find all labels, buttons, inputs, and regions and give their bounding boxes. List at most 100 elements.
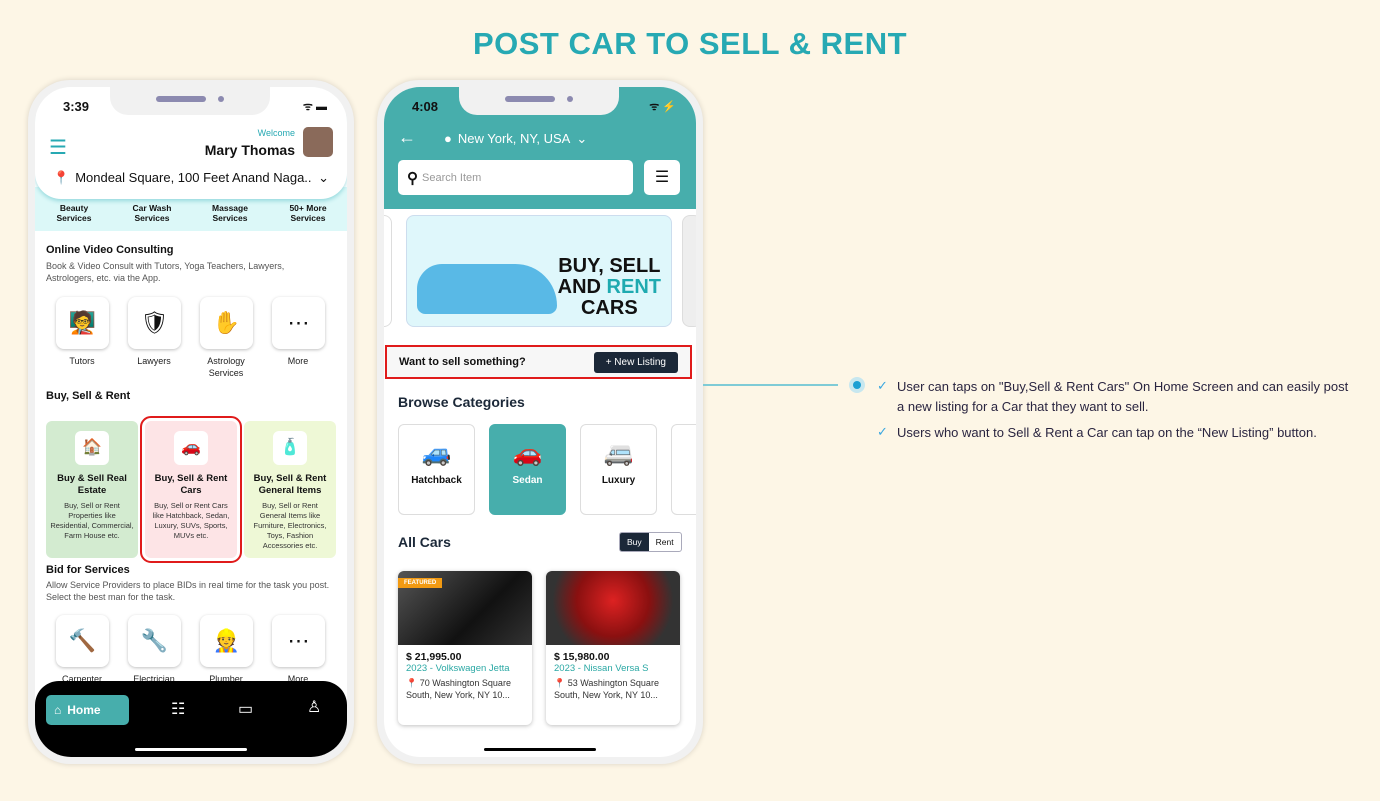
profile-icon[interactable]: ♙	[307, 697, 321, 717]
category-luxury[interactable]: 🚐 Luxury	[580, 424, 657, 515]
location-selector[interactable]: 📍 Mondeal Square, 100 Feet Anand Naga...…	[53, 170, 329, 186]
search-input[interactable]: ⚲ Search Item	[398, 160, 633, 195]
section-heading: Bid for Services	[46, 564, 130, 576]
page-title: POST CAR TO SELL & RENT	[472, 26, 908, 61]
check-circle-icon: ✓	[877, 424, 888, 439]
section-heading: Buy, Sell & Rent	[46, 390, 131, 402]
section-desc: Allow Service Providers to place BIDs in…	[46, 580, 330, 602]
sell-prompt-text: Want to sell something?	[399, 356, 526, 368]
status-icons: ᯤ ⚡	[649, 101, 676, 113]
welcome-label: Welcome	[257, 128, 295, 138]
note-text: Users who want to Sell & Rent a Car can …	[897, 425, 1317, 440]
card-title: Buy, Sell & Rent Cars	[154, 473, 228, 496]
sedan-icon: 🚗	[512, 440, 543, 467]
home-indicator	[135, 748, 247, 751]
search-icon: ⚲	[407, 169, 418, 187]
astrology-icon[interactable]: ✋	[200, 297, 253, 349]
service-item[interactable]: Massage Services	[200, 203, 260, 223]
car-address: 📍 70 Washington Square South, New York, …	[406, 678, 511, 700]
buy-rent-toggle: Buy Rent	[619, 532, 682, 552]
more-icon[interactable]: ⋯	[272, 297, 325, 349]
bottom-nav: ⌂ Home ☷ ▭ ♙	[35, 681, 347, 757]
items-icon: 🧴	[273, 431, 307, 465]
banner-next[interactable]	[682, 215, 696, 327]
menu-icon[interactable]: ☰	[49, 135, 67, 160]
home-icon: ⌂	[54, 703, 62, 717]
sell-prompt-bar: Want to sell something? + New Listing	[385, 345, 692, 379]
house-icon: 🏠	[75, 431, 109, 465]
chevron-down-icon: ⌄	[576, 131, 588, 146]
card-desc: Buy, Sell or Rent General Items like Fur…	[253, 501, 327, 550]
carpenter-icon[interactable]: 🔨	[56, 615, 109, 667]
banner-prev[interactable]	[384, 215, 392, 327]
card-title: Buy & Sell Real Estate	[57, 473, 127, 496]
notch	[110, 87, 270, 115]
card-desc: Buy, Sell or Rent Cars like Hatchback, S…	[152, 501, 230, 540]
location-pin-icon: 📍	[53, 170, 70, 185]
chevron-down-icon: ⌄	[318, 170, 329, 185]
new-listing-button[interactable]: + New Listing	[593, 351, 678, 373]
tile-label: Astrology Services	[207, 356, 245, 378]
tutors-icon[interactable]: 🧑‍🏫	[56, 297, 109, 349]
location-text: Mondeal Square, 100 Feet Anand Naga...	[75, 170, 313, 185]
car-price: $ 21,995.00	[406, 651, 462, 663]
car-name: 2023 - Nissan Versa S	[554, 663, 649, 674]
car-price: $ 15,980.00	[554, 651, 610, 663]
lawyers-icon[interactable]: 🛡	[128, 297, 181, 349]
banner-text: BUY, SELL AND RENT CARS	[557, 255, 661, 319]
service-item[interactable]: 50+ More Services	[278, 203, 338, 223]
car-address: 📍 53 Washington Square South, New York, …	[554, 678, 659, 700]
hatchback-icon: 🚙	[421, 440, 452, 467]
card-desc: Buy, Sell or Rent Properties like Reside…	[50, 501, 134, 540]
wallet-icon[interactable]: ▭	[238, 699, 253, 719]
more-icon[interactable]: ⋯	[272, 615, 325, 667]
card-title: Buy, Sell & Rent General Items	[253, 473, 327, 496]
tile-label: Tutors	[69, 356, 95, 366]
nav-home[interactable]: ⌂ Home	[46, 695, 129, 725]
car-icon: 🚗	[174, 431, 208, 465]
card-general-items[interactable]: 🧴 Buy, Sell & Rent General Items Buy, Sell…	[244, 421, 336, 558]
location-text: New York, NY, USA	[457, 131, 571, 146]
connector-line	[703, 384, 838, 386]
check-circle-icon: ✓	[877, 378, 888, 393]
service-item[interactable]: Car Wash Services	[122, 203, 182, 223]
featured-badge: FEATURED	[398, 578, 443, 588]
callout-dot	[849, 377, 865, 393]
plumber-icon[interactable]: 👷	[200, 615, 253, 667]
phone-home-screen: 3:39 ᯤ ▬ ☰ Welcome Mary Thomas 📍 Mondeal…	[28, 80, 354, 764]
car-image	[546, 571, 680, 645]
toggle-buy[interactable]: Buy	[620, 533, 649, 551]
location-selector[interactable]: ● New York, NY, USA ⌄	[444, 131, 587, 147]
status-icons: ᯤ ▬	[302, 101, 327, 113]
status-time: 3:39	[63, 99, 90, 114]
car-name: 2023 - Volkswagen Jetta	[406, 663, 510, 674]
service-item[interactable]: Beauty Services	[44, 203, 104, 223]
category-hatchback[interactable]: 🚙 Hatchback	[398, 424, 475, 515]
card-cars[interactable]: 🚗 Buy, Sell & Rent Cars Buy, Sell or Rent …	[140, 416, 242, 563]
category-sedan[interactable]: 🚗 Sedan	[489, 424, 566, 515]
car-image: FEATURED	[398, 571, 532, 645]
filter-icon[interactable]: ☰	[644, 160, 680, 195]
status-time: 4:08	[412, 99, 439, 114]
back-arrow-icon[interactable]: ←	[398, 127, 416, 148]
electrician-icon[interactable]: 🔧	[128, 615, 181, 667]
user-name: Mary Thomas	[204, 142, 295, 158]
tile-label: More	[287, 356, 309, 366]
notch	[459, 87, 619, 115]
category-next[interactable]	[671, 424, 696, 515]
card-real-estate[interactable]: 🏠 Buy & Sell Real Estate Buy, Sell or Rent…	[46, 421, 138, 558]
toggle-rent[interactable]: Rent	[649, 533, 681, 551]
car-card[interactable]: $ 15,980.00 2023 - Nissan Versa S 📍 53 W…	[546, 571, 680, 725]
section-heading: Browse Categories	[398, 394, 525, 410]
nav-home-label: Home	[67, 703, 101, 717]
checklist-icon[interactable]: ☷	[171, 699, 185, 719]
search-placeholder: Search Item	[422, 171, 482, 184]
tile-label: Lawyers	[137, 356, 171, 366]
luxury-icon: 🚐	[603, 440, 634, 467]
phone-cars-screen: 4:08 ᯤ ⚡ ← ● New York, NY, USA ⌄ ⚲ Search I…	[377, 80, 703, 764]
note-text: User can taps on "Buy,Sell & Rent Cars" …	[897, 379, 1349, 414]
avatar[interactable]	[303, 127, 333, 157]
banner[interactable]: BUY, SELL AND RENT CARS	[406, 215, 672, 327]
section-heading: Online Video Consulting	[46, 244, 174, 256]
car-card[interactable]: FEATURED $ 21,995.00 2023 - Volkswagen J…	[398, 571, 532, 725]
